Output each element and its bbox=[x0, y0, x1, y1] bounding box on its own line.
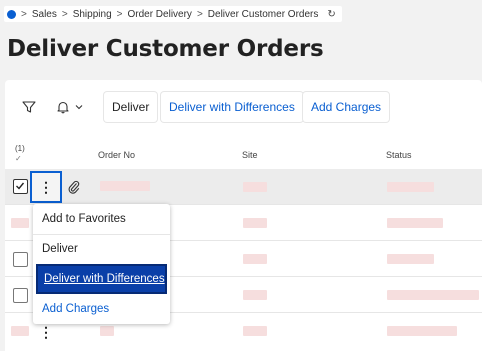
check-icon[interactable]: ✓ bbox=[15, 154, 22, 163]
menu-item-add-charges[interactable]: Add Charges bbox=[33, 294, 170, 324]
site-cell bbox=[243, 326, 267, 336]
column-header-site[interactable]: Site bbox=[242, 150, 258, 160]
add-charges-button[interactable]: Add Charges bbox=[303, 92, 390, 122]
chevron-right-icon: > bbox=[196, 8, 203, 20]
menu-item-add-to-favorites[interactable]: Add to Favorites bbox=[33, 204, 170, 234]
deliver-with-differences-button[interactable]: Deliver with Differences bbox=[161, 92, 303, 122]
row-checkbox-checked[interactable] bbox=[13, 179, 28, 194]
site-cell bbox=[243, 254, 267, 264]
home-icon[interactable] bbox=[7, 9, 16, 19]
chevron-down-icon[interactable] bbox=[72, 90, 86, 124]
row-actions-menu: Add to Favorites Deliver Deliver with Di… bbox=[33, 204, 170, 324]
chevron-right-icon: > bbox=[21, 8, 27, 20]
attachment-icon[interactable] bbox=[68, 180, 80, 199]
column-header-status[interactable]: Status bbox=[386, 150, 412, 160]
breadcrumb: > Sales > Shipping > Order Delivery > De… bbox=[4, 6, 342, 22]
order-no-cell bbox=[100, 326, 114, 336]
row-checkbox[interactable] bbox=[13, 252, 28, 267]
refresh-icon[interactable]: ↻ bbox=[327, 9, 335, 20]
column-header-order-no[interactable]: Order No bbox=[98, 150, 135, 160]
toolbar: Deliver Deliver with Differences Add Cha… bbox=[5, 90, 482, 124]
row-checkbox-placeholder bbox=[11, 326, 29, 336]
breadcrumb-item-current: Deliver Customer Orders bbox=[207, 8, 319, 20]
filter-icon[interactable] bbox=[17, 90, 41, 124]
row-actions-button[interactable]: ⋮ bbox=[36, 322, 56, 342]
page-title: Deliver Customer Orders bbox=[7, 36, 324, 62]
row-checkbox-placeholder bbox=[11, 218, 29, 228]
status-cell bbox=[387, 182, 434, 192]
status-cell bbox=[387, 218, 443, 228]
status-cell bbox=[387, 290, 479, 300]
breadcrumb-item-sales[interactable]: Sales bbox=[32, 9, 57, 20]
breadcrumb-item-order-delivery[interactable]: Order Delivery bbox=[127, 9, 191, 20]
deliver-button[interactable]: Deliver bbox=[104, 92, 158, 122]
row-actions-button[interactable]: ⋮ bbox=[30, 171, 62, 203]
order-no-cell bbox=[100, 181, 150, 191]
table-header: (1) ✓ Order No Site Status bbox=[5, 140, 482, 170]
status-cell bbox=[387, 254, 434, 264]
status-cell bbox=[387, 326, 457, 336]
row-checkbox[interactable] bbox=[13, 288, 28, 303]
menu-item-deliver-with-differences[interactable]: Deliver with Differences bbox=[36, 264, 167, 294]
chevron-right-icon: > bbox=[61, 8, 68, 20]
menu-item-deliver[interactable]: Deliver bbox=[33, 234, 170, 264]
selected-count: (1) ✓ bbox=[15, 144, 25, 163]
site-cell bbox=[243, 218, 267, 228]
site-cell bbox=[243, 290, 267, 300]
page: > Sales > Shipping > Order Delivery > De… bbox=[0, 0, 482, 351]
breadcrumb-item-shipping[interactable]: Shipping bbox=[73, 9, 112, 20]
site-cell bbox=[243, 182, 267, 192]
chevron-right-icon: > bbox=[116, 8, 123, 20]
